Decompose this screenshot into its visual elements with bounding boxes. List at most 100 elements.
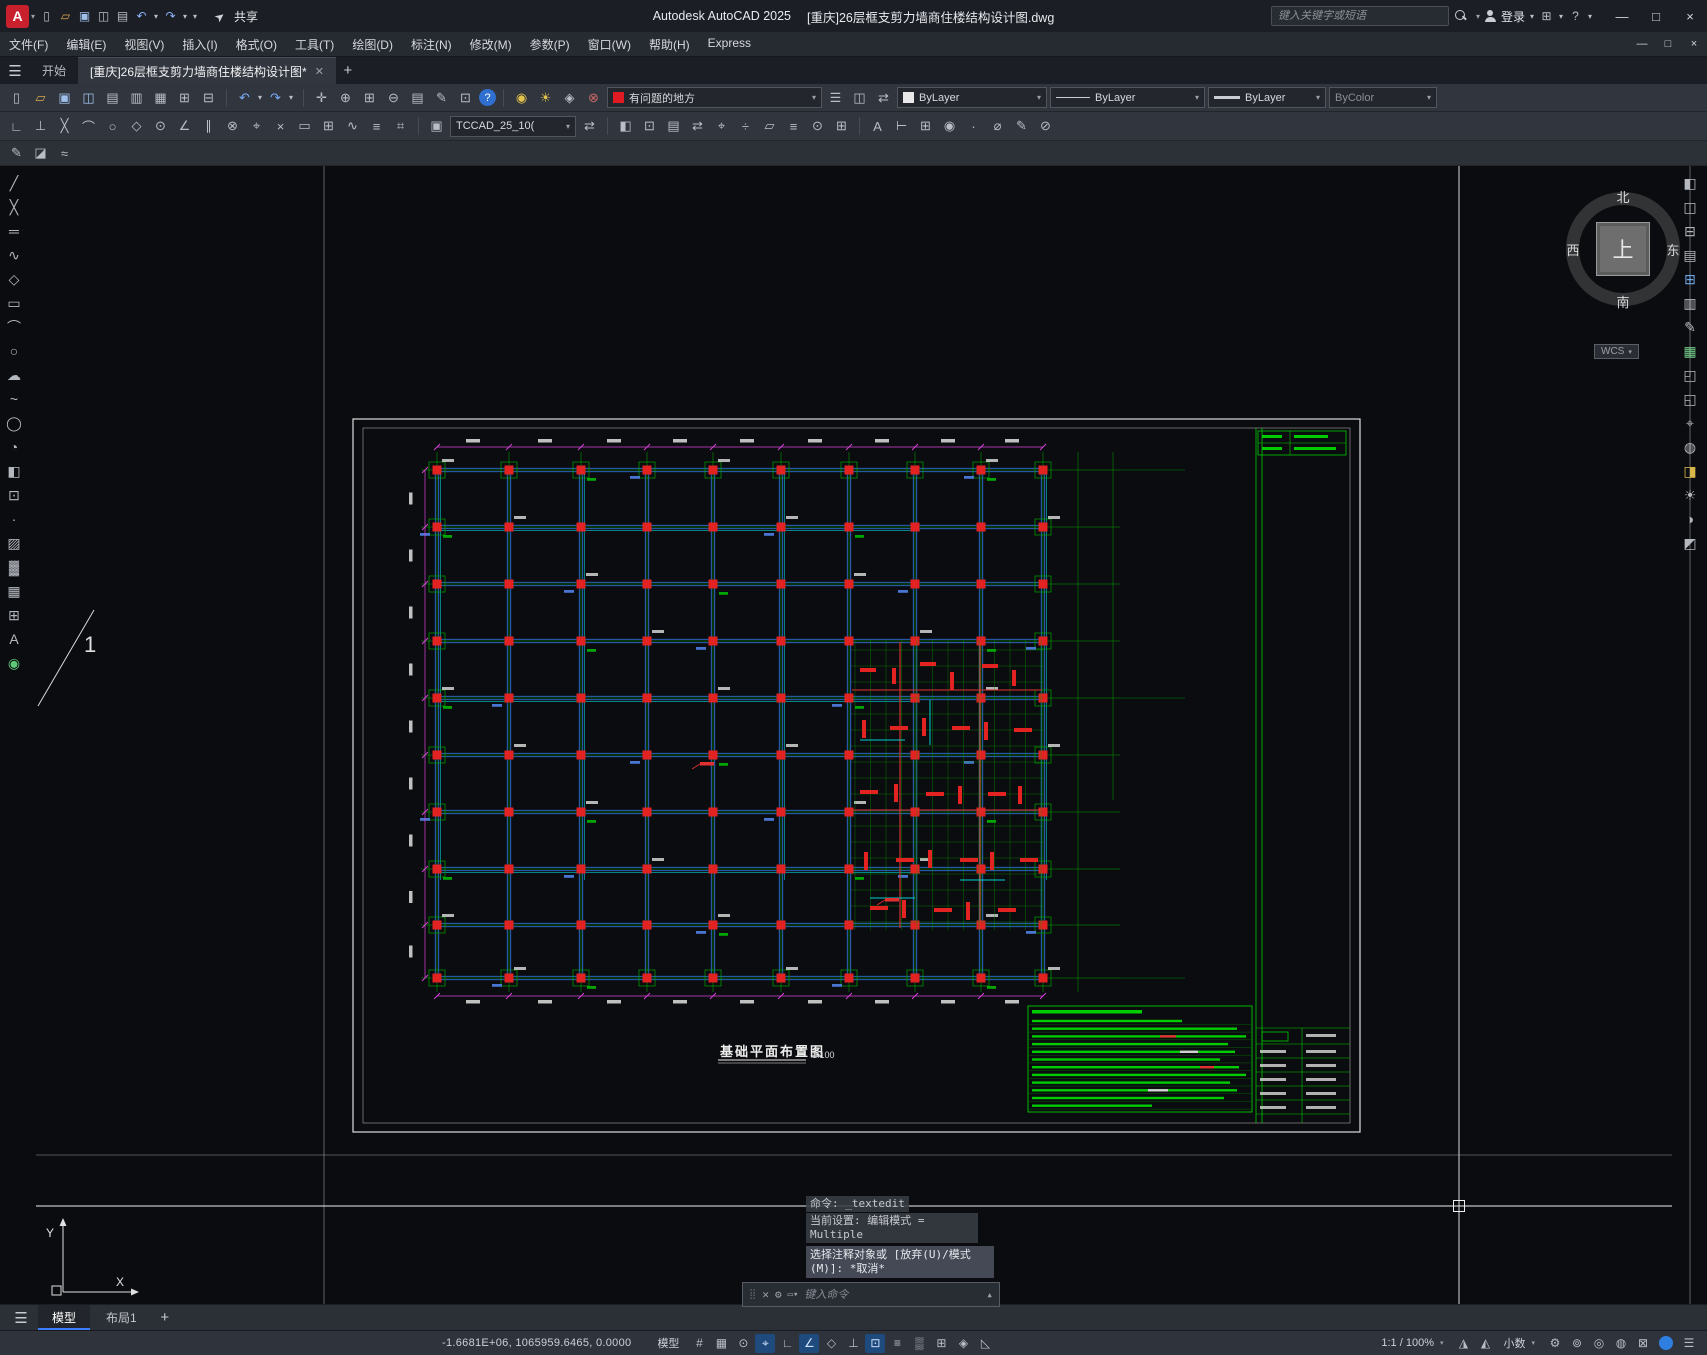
wcs-dropdown[interactable]: WCS ▾ (1594, 344, 1639, 359)
snap-endpoint-icon[interactable]: ∟ (6, 116, 27, 137)
menu-item-1[interactable]: 编辑(E) (57, 32, 115, 57)
search-icon[interactable] (1454, 9, 1468, 23)
compass-north-label[interactable]: 北 (1613, 187, 1633, 206)
snap-spline-icon[interactable]: ∿ (342, 116, 363, 137)
search-caret-icon[interactable]: ▾ (1476, 12, 1480, 21)
saveas-icon[interactable]: ◫ (78, 87, 99, 108)
dynamic-input-toggle[interactable]: ⌖ (755, 1333, 776, 1353)
redo-caret-icon[interactable]: ▾ (286, 87, 296, 108)
snap-tangent-icon[interactable]: ⊙ (150, 116, 171, 137)
snap-center-icon[interactable]: ○ (102, 116, 123, 137)
signin-caret-icon[interactable]: ▾ (1527, 7, 1537, 26)
snap-insert-icon[interactable]: ⊞ (318, 116, 339, 137)
region-tool-icon[interactable]: ▦ (2, 580, 26, 602)
viewport-scale-dropdown[interactable]: 1:1 / 100% ▾ (1375, 1337, 1451, 1349)
3d-osnap-toggle[interactable]: ◈ (953, 1334, 973, 1353)
qat-menu-caret-icon[interactable]: ▾ (190, 7, 200, 26)
doc-close-icon[interactable]: × (1681, 33, 1707, 55)
qat-open-icon[interactable]: ▱ (56, 7, 75, 26)
layer-lock-icon[interactable]: ◈ (559, 87, 580, 108)
compass-west-label[interactable]: 西 (1563, 240, 1583, 259)
app-menu-caret-icon[interactable]: ▾ (31, 12, 35, 21)
id-point-icon[interactable]: ⊙ (807, 116, 828, 137)
menu-item-7[interactable]: 标注(N) (402, 32, 461, 57)
command-input[interactable] (804, 1288, 981, 1301)
snap-angle-icon[interactable]: ∠ (174, 116, 195, 137)
annotation-monitor-icon[interactable]: ⊚ (1567, 1334, 1587, 1353)
undo-caret-icon[interactable]: ▾ (255, 87, 265, 108)
view-panel-icon[interactable]: ◱ (1678, 388, 1702, 410)
layer-on-icon[interactable]: ◉ (511, 87, 532, 108)
plotstyle-dropdown[interactable]: ByColor ▾ (1329, 87, 1437, 108)
command-input-bar[interactable]: ⣿ ✕ ⚙ ▭▾ ▴ (742, 1282, 1000, 1307)
measure-panel-icon[interactable]: ⌖ (1678, 412, 1702, 434)
menu-item-8[interactable]: 修改(M) (461, 32, 521, 57)
menu-item-6[interactable]: 绘图(D) (343, 32, 402, 57)
cli-close-icon[interactable]: ✕ (762, 1288, 769, 1301)
dimstyle-update-icon[interactable]: ⇄ (579, 116, 600, 137)
create-block-icon[interactable]: ⊡ (639, 116, 660, 137)
measure-icon[interactable]: ⌖ (711, 116, 732, 137)
copy-clip-icon[interactable]: ⊞ (174, 87, 195, 108)
mleader-style-icon[interactable]: ◉ (939, 116, 960, 137)
qat-new-icon[interactable]: ▯ (37, 7, 56, 26)
layer-previous-icon[interactable]: ⇄ (873, 87, 894, 108)
hatch-tool-icon[interactable]: ▨ (2, 532, 26, 554)
qat-plot-icon[interactable]: ▤ (113, 7, 132, 26)
undo-icon[interactable]: ↶ (234, 87, 255, 108)
tab-active-document[interactable]: [重庆]26层框支剪力墙商住楼结构设计图* ✕ (78, 57, 336, 84)
infer-constraints-toggle[interactable]: ⊙ (733, 1334, 753, 1353)
new-layout-button[interactable]: + (153, 1307, 177, 1329)
view-compass[interactable]: 北 南 西 东 上 (1560, 186, 1686, 312)
polygon-tool-icon[interactable]: ◇ (2, 268, 26, 290)
workspace-switching-icon[interactable]: ⚙ (1545, 1334, 1565, 1353)
polyline-tool-icon[interactable]: ∿ (2, 244, 26, 266)
sign-in-button[interactable]: 登录 (1484, 8, 1525, 25)
lineweight-display-toggle[interactable]: ≡ (887, 1334, 907, 1353)
snap-quadrant-icon[interactable]: ◇ (126, 116, 147, 137)
snap-mode-toggle[interactable]: ▦ (711, 1334, 731, 1353)
table-tool-icon[interactable]: ⊞ (2, 604, 26, 626)
zoom-window-icon[interactable]: ⊞ (359, 87, 380, 108)
qat-undo-icon[interactable]: ↶ (132, 7, 151, 26)
layer-thaw-icon[interactable]: ☀ (535, 87, 556, 108)
dynamic-ucs-toggle[interactable]: ◺ (975, 1334, 995, 1353)
list-icon[interactable]: ≡ (783, 116, 804, 137)
snap-none-icon[interactable]: × (270, 116, 291, 137)
doc-restore-icon[interactable]: □ (1655, 33, 1681, 55)
markup-icon[interactable]: ✎ (431, 87, 452, 108)
selection-cycling-toggle[interactable]: ⊞ (931, 1334, 951, 1353)
maximize-window-icon[interactable]: □ (1639, 0, 1673, 32)
apps-caret-icon[interactable]: ▾ (1556, 7, 1566, 26)
minimize-window-icon[interactable]: — (1605, 0, 1639, 32)
polar-tracking-toggle[interactable]: ∠ (799, 1333, 820, 1353)
sync-attributes-icon[interactable]: ⇄ (687, 116, 708, 137)
plot-icon[interactable]: ▤ (102, 87, 123, 108)
pan-icon[interactable]: ✛ (311, 87, 332, 108)
qat-redo-caret-icon[interactable]: ▾ (180, 7, 190, 26)
compass-east-label[interactable]: 东 (1663, 240, 1683, 259)
cli-customize-icon[interactable]: ⚙ (775, 1288, 782, 1301)
transparency-toggle[interactable]: ▒ (909, 1334, 929, 1353)
ellipse-arc-tool-icon[interactable]: ◔ (2, 436, 26, 458)
menu-item-12[interactable]: Express (699, 32, 760, 57)
insert-block-icon[interactable]: ◧ (615, 116, 636, 137)
qat-saveas-icon[interactable]: ◫ (94, 7, 113, 26)
status-customization-icon[interactable]: ☰ (1679, 1334, 1699, 1353)
rename-icon[interactable]: ✎ (1011, 116, 1032, 137)
dimstyle-dropdown[interactable]: TCCAD_25_10( ▾ (450, 115, 576, 137)
named-views-icon[interactable]: ▤ (407, 87, 428, 108)
menu-item-2[interactable]: 视图(V) (115, 32, 173, 57)
help-caret-icon[interactable]: ▾ (1585, 7, 1595, 26)
layer-dropdown[interactable]: 有问题的地方 ▾ (607, 87, 822, 108)
image-adjust-icon[interactable]: ◪ (30, 143, 51, 164)
zoom-previous-icon[interactable]: ⊖ (383, 87, 404, 108)
menu-item-10[interactable]: 窗口(W) (579, 32, 640, 57)
close-tab-icon[interactable]: ✕ (315, 65, 324, 78)
circle-tool-icon[interactable]: ○ (2, 340, 26, 362)
multileader-tool-icon[interactable]: ◉ (2, 652, 26, 674)
layer-off-icon[interactable]: ⊗ (583, 87, 604, 108)
close-window-icon[interactable]: × (1673, 0, 1707, 32)
insert-block-tool-icon[interactable]: ◧ (2, 460, 26, 482)
rectangle-tool-icon[interactable]: ▭ (2, 292, 26, 314)
